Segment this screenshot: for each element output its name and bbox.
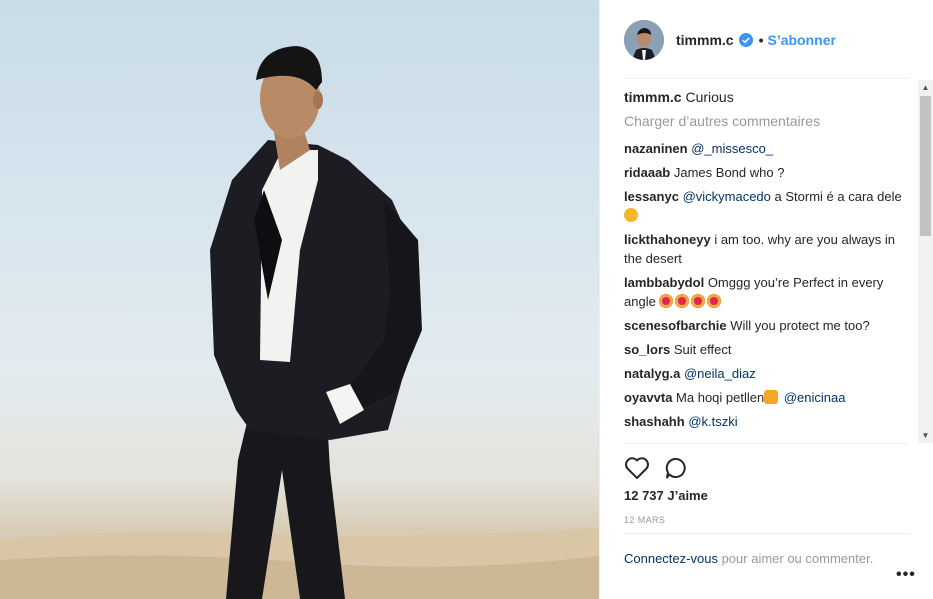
divider: [624, 78, 909, 79]
comment: shashahh @k.tszki: [624, 412, 914, 431]
emoji-icon: [764, 390, 779, 404]
comment-username[interactable]: nazaninen: [624, 141, 688, 156]
comment: nazaninen @_missesco_: [624, 139, 914, 158]
comment-username[interactable]: lickthahoneyy: [624, 232, 711, 247]
login-prompt-text: pour aimer ou commenter.: [721, 551, 874, 566]
post-actions: [624, 456, 690, 480]
header-separator: •: [758, 31, 764, 48]
post-photo[interactable]: [0, 0, 599, 599]
scrollbar-thumb[interactable]: [920, 96, 931, 236]
comment-text: Will you protect me too?: [730, 318, 870, 333]
scream-emoji-icon: [624, 208, 638, 222]
more-options-icon[interactable]: •••: [896, 566, 916, 584]
comment: so_lors Suit effect: [624, 340, 914, 359]
comment-username[interactable]: scenesofbarchie: [624, 318, 727, 333]
caption-username[interactable]: timmm.c: [624, 89, 682, 105]
verified-badge-icon: [738, 32, 753, 47]
login-prompt: Connectez-vous pour aimer ou commenter.: [624, 549, 874, 568]
comment-text: Suit effect: [673, 342, 732, 357]
comment-mention[interactable]: @vickymacedo: [683, 189, 771, 204]
caption-text: Curious: [685, 89, 734, 105]
divider: [624, 533, 909, 534]
comment-mention[interactable]: @_missesco_: [691, 141, 773, 156]
comments-list[interactable]: timmm.c Curious Charger d’autres comment…: [624, 88, 914, 444]
comment-username[interactable]: natalyg.a: [624, 366, 680, 381]
comment-username[interactable]: lambbabydol: [624, 275, 704, 290]
comment-mention[interactable]: @neila_diaz: [684, 366, 756, 381]
heart-eyes-emoji-icon: [707, 294, 722, 308]
post-header: timmm.c • S’abonner: [600, 0, 933, 79]
scroll-down-arrow-icon[interactable]: ▼: [918, 428, 933, 443]
comment: natalyg.a @neila_diaz: [624, 364, 914, 383]
comment-username[interactable]: lessanyc: [624, 189, 679, 204]
comment-mention[interactable]: @enicinaa: [784, 390, 846, 405]
post-date[interactable]: 12 MARS: [624, 515, 665, 525]
comment-username[interactable]: oyavvta: [624, 390, 672, 405]
follow-button[interactable]: S’abonner: [767, 32, 835, 48]
comment: lessanyc @vickymacedo a Stormi é a cara …: [624, 187, 914, 225]
comment-text: a Stormi é a cara dele: [774, 189, 902, 204]
avatar[interactable]: [624, 19, 664, 60]
caption: timmm.c Curious: [624, 88, 914, 107]
heart-icon[interactable]: [624, 456, 650, 480]
post-sidebar: timmm.c • S’abonner timmm.c Curious Char…: [599, 0, 933, 599]
comment-text: James Bond who ?: [673, 165, 785, 180]
comment-text: Ma hoqi petllen: [676, 390, 765, 405]
comment: oyavvta Ma hoqi petllen @enicinaa: [624, 388, 914, 407]
heart-eyes-emoji-icon: [691, 294, 706, 308]
comments-scrollbar[interactable]: ▲ ▼: [918, 80, 933, 443]
heart-eyes-emoji-icon: [659, 294, 674, 308]
comment: lambbabydol Omggg you’re Perfect in ever…: [624, 273, 914, 311]
comment-icon[interactable]: [664, 456, 690, 480]
comment-mention[interactable]: @k.tszki: [688, 414, 737, 429]
comment-username[interactable]: so_lors: [624, 342, 670, 357]
scroll-up-arrow-icon[interactable]: ▲: [918, 80, 933, 95]
post-author-username[interactable]: timmm.c: [676, 32, 734, 48]
comment-username[interactable]: ridaaab: [624, 165, 670, 180]
heart-eyes-emoji-icon: [675, 294, 690, 308]
comment-username[interactable]: shashahh: [624, 414, 685, 429]
comment: ridaaab James Bond who ?: [624, 163, 914, 182]
likes-count[interactable]: 12 737 J’aime: [624, 488, 708, 503]
comment: lickthahoneyy i am too. why are you alwa…: [624, 230, 914, 268]
post-image: [0, 46, 599, 599]
comment: scenesofbarchie Will you protect me too?: [624, 316, 914, 335]
login-link[interactable]: Connectez-vous: [624, 551, 718, 566]
load-more-comments-button[interactable]: Charger d’autres commentaires: [624, 113, 914, 129]
divider: [624, 443, 909, 444]
